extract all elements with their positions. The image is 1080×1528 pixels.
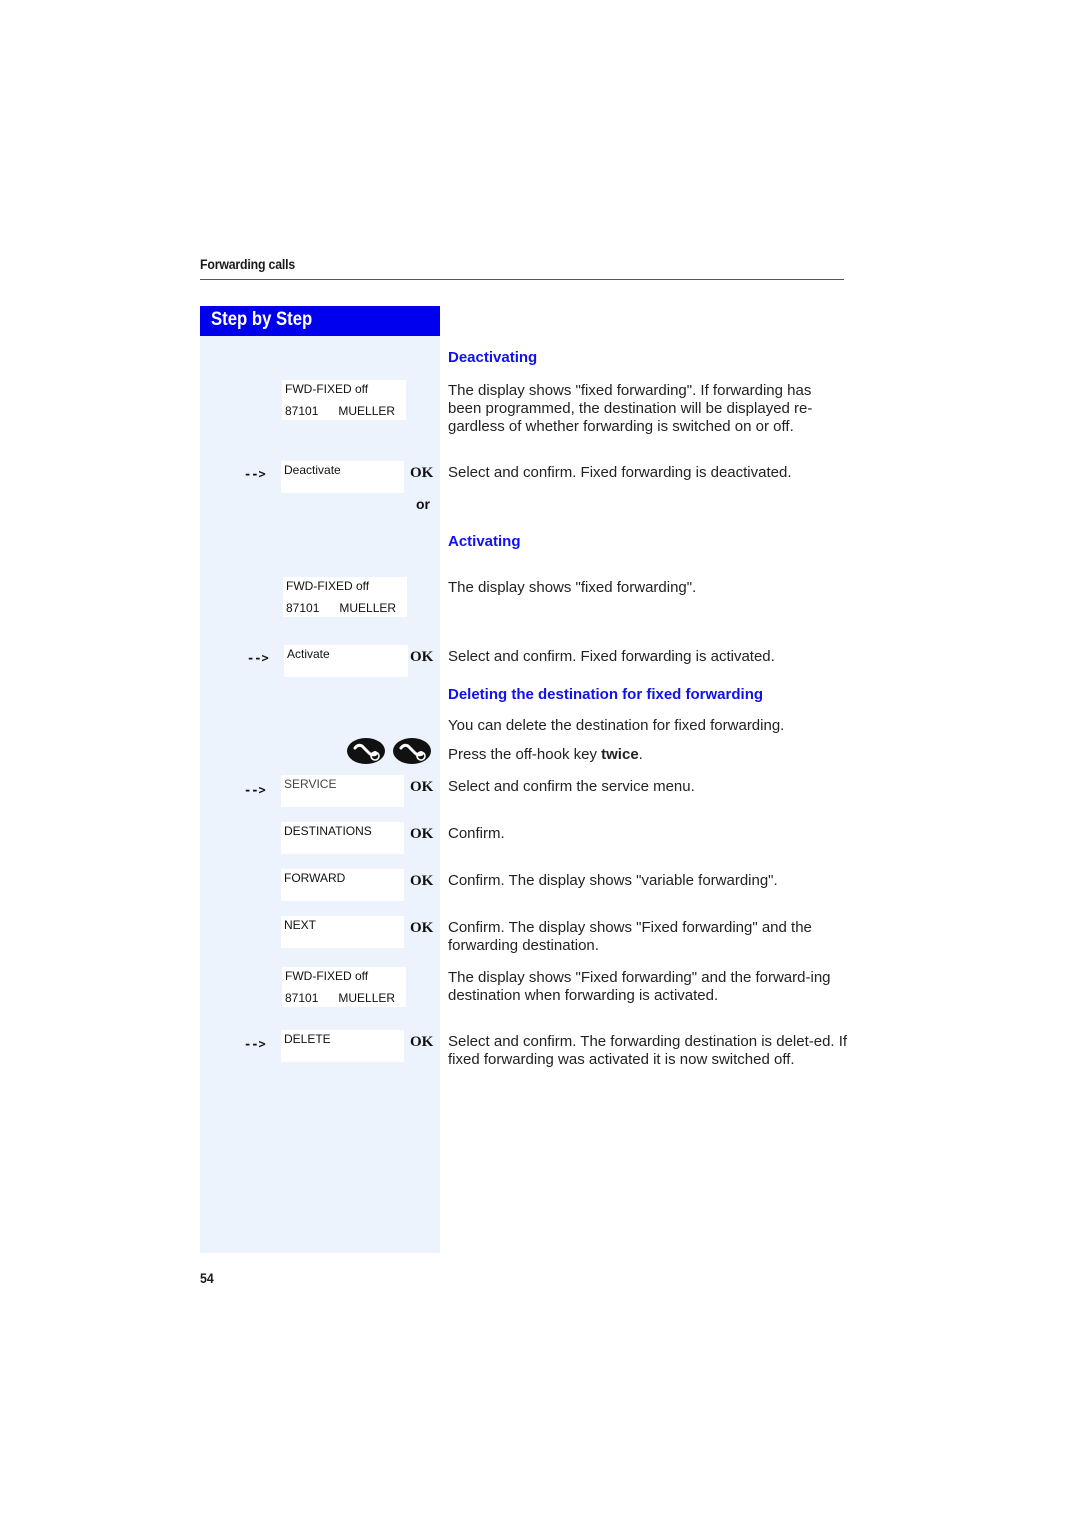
deactivating-display-text: The display shows "fixed forwarding". If… (448, 382, 813, 435)
delete-step-text: Select and confirm. The forwarding desti… (448, 1033, 848, 1068)
menu-option-service[interactable]: SERVICE (281, 775, 404, 807)
activating-display-text: The display shows "fixed forwarding". (448, 579, 697, 596)
display-line-2: 87101 MUELLER (285, 404, 396, 418)
menu-option-deactivate[interactable]: Deactivate (281, 461, 404, 493)
select-arrow-icon: --> (244, 1037, 266, 1051)
menu-option-delete[interactable]: DELETE (281, 1030, 404, 1062)
offhook-text-prefix: Press the off-hook key (448, 746, 602, 763)
display-line-1: FWD-FIXED off (285, 969, 369, 983)
display-fwd-fixed: FWD-FIXED off 87101 MUELLER (283, 577, 407, 617)
option-label: NEXT (284, 918, 317, 932)
option-label: Activate (287, 647, 330, 661)
menu-option-destinations[interactable]: DESTINATIONS (281, 822, 404, 854)
ok-key-icon: OK (410, 779, 434, 795)
forward-step-text: Confirm. The display shows "variable for… (448, 872, 778, 889)
offhook-instruction-text: Press the off-hook key twice. (448, 746, 848, 764)
ok-key-icon: OK (410, 465, 434, 481)
header-divider (200, 279, 844, 280)
menu-option-forward[interactable]: FORWARD (281, 869, 404, 901)
select-arrow-icon: --> (244, 467, 266, 481)
offhook-text-emphasis: twice (601, 746, 639, 763)
option-label: DELETE (284, 1032, 331, 1046)
section-heading-deleting: Deleting the destination for fixed forwa… (448, 686, 764, 703)
activate-option-text: Select and confirm. Fixed forwarding is … (448, 648, 775, 665)
page-header-title: Forwarding calls (200, 256, 296, 272)
display-fwd-fixed: FWD-FIXED off 87101 MUELLER (282, 967, 406, 1007)
option-label: DESTINATIONS (284, 824, 372, 838)
page-number: 54 (200, 1270, 214, 1286)
step-by-step-title: Step by Step (211, 309, 313, 330)
menu-option-next[interactable]: NEXT (281, 916, 404, 948)
section-heading-activating: Activating (448, 533, 521, 550)
ok-key-icon: OK (410, 1034, 434, 1050)
display-fwd-fixed: FWD-FIXED off 87101 MUELLER (282, 380, 406, 420)
off-hook-key-icon (393, 738, 431, 764)
display-line-2: 87101 MUELLER (285, 991, 396, 1005)
option-label: SERVICE (284, 777, 337, 791)
option-label: Deactivate (284, 463, 341, 477)
next-step-text: Confirm. The display shows "Fixed forwar… (448, 919, 812, 954)
ok-key-icon: OK (410, 649, 434, 665)
service-step-text: Select and confirm the service menu. (448, 778, 695, 795)
destinations-step-text: Confirm. (448, 825, 505, 842)
display-line-1: FWD-FIXED off (286, 579, 370, 593)
ok-key-icon: OK (410, 873, 434, 889)
ok-key-icon: OK (410, 920, 434, 936)
ok-key-icon: OK (410, 826, 434, 842)
or-label: or (416, 496, 430, 512)
select-arrow-icon: --> (244, 783, 266, 797)
display-line-1: FWD-FIXED off (285, 382, 369, 396)
section-heading-deactivating: Deactivating (448, 349, 538, 366)
deleting-display-text: The display shows "Fixed forwarding" and… (448, 969, 831, 1004)
display-line-2: 87101 MUELLER (286, 601, 397, 615)
select-arrow-icon: --> (247, 651, 269, 665)
menu-option-activate[interactable]: Activate (284, 645, 408, 677)
deactivate-option-text: Select and confirm. Fixed forwarding is … (448, 464, 792, 481)
deleting-intro-text: You can delete the destination for fixed… (448, 717, 785, 734)
off-hook-key-icon (347, 738, 385, 764)
offhook-text-suffix: . (638, 746, 643, 763)
option-label: FORWARD (284, 871, 346, 885)
